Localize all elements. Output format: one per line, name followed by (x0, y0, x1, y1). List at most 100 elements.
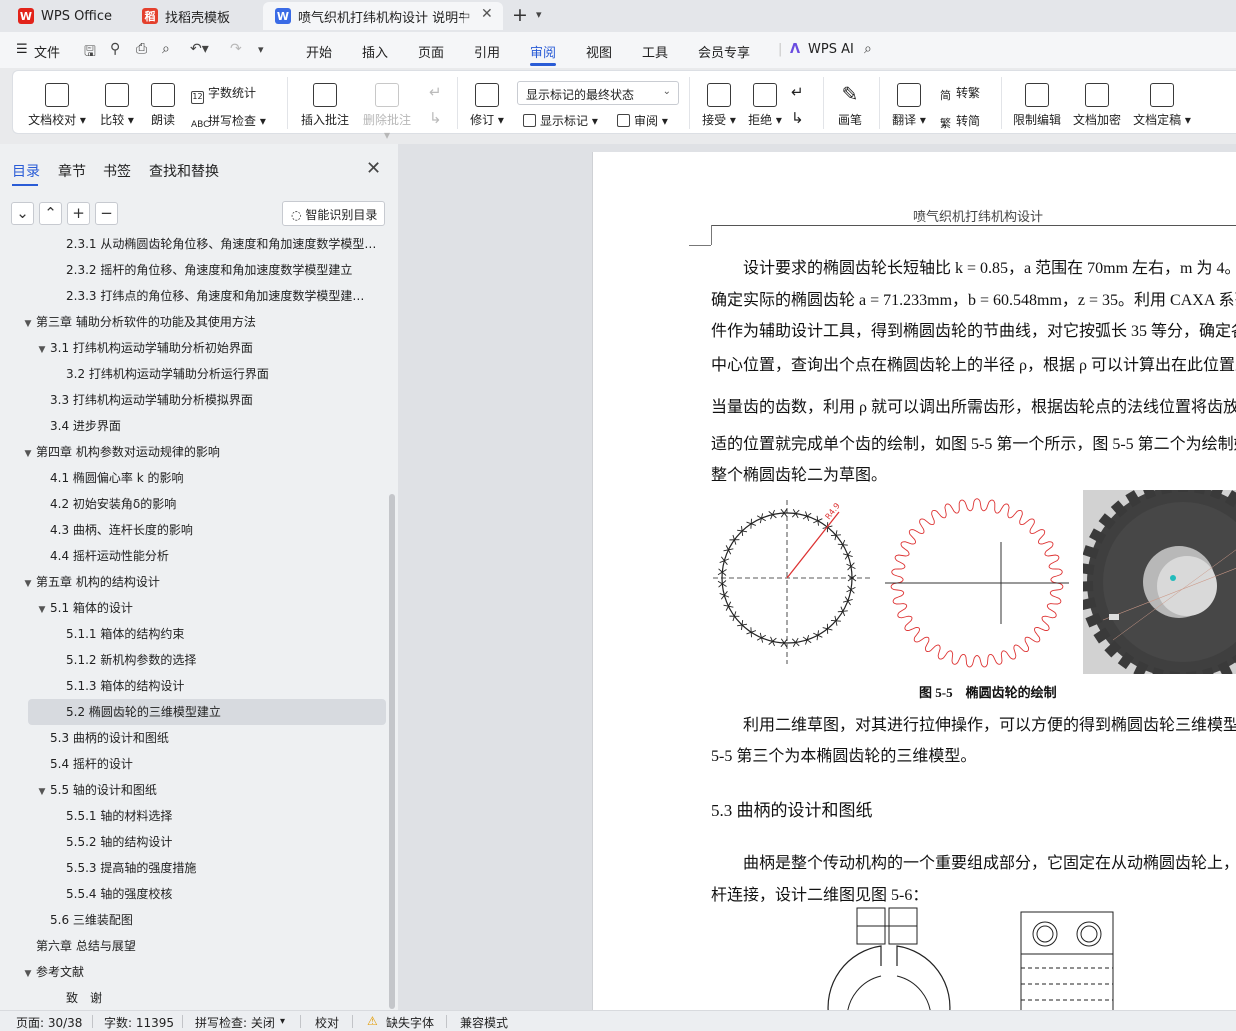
toc-item[interactable]: ▼ 参考文献 (20, 959, 384, 985)
search-icon[interactable]: ⌕ (864, 41, 872, 57)
compat-mode-status[interactable]: 兼容模式 (460, 1014, 508, 1031)
caret-down-icon[interactable]: ▼ (20, 961, 36, 985)
toc-item[interactable]: 2.3.1 从动椭圆齿轮角位移、角速度和角加速度数学模型… (20, 236, 384, 257)
print-icon[interactable]: ⎙ (136, 41, 147, 57)
panel-tab-find-replace[interactable]: 查找和替换 (149, 161, 219, 181)
share-icon[interactable]: ⚲ (110, 41, 120, 57)
panel-tab-bookmark[interactable]: 书签 (103, 161, 131, 181)
toc-item[interactable]: 2.3.3 打纬点的角位移、角速度和角加速度数学模型建… (20, 283, 384, 309)
hamburger-icon[interactable]: ☰ (16, 42, 28, 57)
pen-button[interactable]: ✎ 画笔 (833, 83, 867, 128)
caret-down-icon[interactable]: ▼ (20, 311, 36, 335)
print-preview-icon[interactable]: ⌕ (162, 41, 170, 57)
next-change-icon[interactable]: ↳ (791, 109, 804, 127)
body-line[interactable]: 设计要求的椭圆齿轮长短轴比 k = 0.85，a 范围在 70mm 左右，m 为… (711, 254, 1236, 278)
page-indicator[interactable]: 页面: 30/38 (16, 1014, 82, 1031)
delete-comment-button[interactable]: 删除批注 ▾ (359, 83, 415, 142)
toc-item[interactable]: 5.1.1 箱体的结构约束 (20, 621, 384, 647)
caret-down-icon[interactable]: ▼ (20, 441, 36, 465)
new-tab-icon[interactable]: + (512, 4, 528, 26)
toc-item[interactable]: 致 谢 (20, 985, 384, 1010)
section-heading[interactable]: 5.3 曲柄的设计和图纸 (711, 796, 873, 821)
tab-find-template[interactable]: 稻 找稻壳模板 (130, 2, 256, 30)
menu-wps-ai[interactable]: WPS AI (808, 42, 854, 57)
toc-item[interactable]: 5.4 摇杆的设计 (20, 751, 384, 777)
menu-review[interactable]: 审阅 (530, 42, 556, 61)
body-line[interactable]: 5-5 第三个为本椭圆齿轮的三维模型。 (711, 742, 976, 766)
expand-up-button[interactable]: ⌃ (39, 202, 62, 225)
toc-item[interactable]: 3.4 进步界面 (20, 413, 384, 439)
word-count-status[interactable]: 字数: 11395 (104, 1014, 174, 1031)
toc-item[interactable]: ▼ 第四章 机构参数对运动规律的影响 (20, 439, 384, 465)
chevron-down-icon[interactable]: ▾ (536, 8, 542, 21)
compare-button[interactable]: 比较 ▾ (97, 83, 137, 128)
toc-item[interactable]: 4.2 初始安装角δ的影响 (20, 491, 384, 517)
toc-item[interactable]: 4.3 曲柄、连杆长度的影响 (20, 517, 384, 543)
caret-down-icon[interactable]: ▼ (20, 571, 36, 595)
markup-mode-select[interactable]: 显示标记的最终状态 ⌄ (517, 81, 679, 105)
panel-tab-toc[interactable]: 目录 (12, 161, 40, 181)
remove-heading-button[interactable]: − (95, 202, 118, 225)
caret-down-icon[interactable]: ▼ (34, 597, 50, 621)
next-comment-icon[interactable]: ↳ (429, 109, 442, 127)
menu-home[interactable]: 开始 (306, 42, 332, 61)
toc-item[interactable]: ▼ 5.1 箱体的设计 (20, 595, 384, 621)
close-tab-icon[interactable]: ✕ (481, 6, 493, 22)
accept-button[interactable]: 接受 ▾ (699, 83, 739, 128)
revise-button[interactable]: 修订 ▾ (467, 83, 507, 128)
review-pane-button[interactable]: 审阅 ▾ (617, 112, 668, 129)
toc-item[interactable]: 5.1.3 箱体的结构设计 (20, 673, 384, 699)
prev-change-icon[interactable]: ↵ (791, 83, 804, 101)
toc-item[interactable]: ▼ 3.1 打纬机构运动学辅助分析初始界面 (20, 335, 384, 361)
toc-scrollbar[interactable] (389, 494, 395, 1009)
body-line[interactable]: 中心位置，查询出个点在椭圆齿轮上的半径 ρ，根据 ρ 可以计算出在此位置上 (711, 351, 1236, 375)
toc-item[interactable]: 5.2 椭圆齿轮的三维模型建立 (28, 699, 386, 725)
undo-icon[interactable]: ↶▾ (190, 41, 209, 57)
body-line[interactable]: 件作为辅助设计工具，得到椭圆齿轮的节曲线，对它按弧长 35 等分，确定各 (711, 317, 1236, 341)
body-line[interactable]: 杆连接，设计二维图见图 5-6： (711, 881, 928, 905)
encrypt-button[interactable]: 文档加密 (1071, 83, 1123, 128)
menu-references[interactable]: 引用 (474, 42, 500, 61)
toc-item[interactable]: 5.6 三维装配图 (20, 907, 384, 933)
reject-button[interactable]: 拒绝 ▾ (745, 83, 785, 128)
toc-item[interactable]: 5.5.4 轴的强度校核 (20, 881, 384, 907)
spell-check-button[interactable]: ABC拼写检查 ▾ (191, 112, 266, 133)
proofread-status[interactable]: 校对 (315, 1014, 339, 1031)
show-markup-button[interactable]: 显示标记 ▾ (523, 112, 598, 129)
toc-item[interactable]: ▼ 第五章 机构的结构设计 (20, 569, 384, 595)
menu-insert[interactable]: 插入 (362, 42, 388, 61)
close-icon[interactable]: ✕ (366, 158, 381, 179)
to-traditional-button[interactable]: 简转繁 (939, 84, 980, 104)
insert-comment-button[interactable]: 插入批注 (297, 83, 353, 128)
collapse-all-button[interactable]: ⌄ (11, 202, 34, 225)
caret-down-icon[interactable]: ▼ (34, 779, 50, 803)
menu-view[interactable]: 视图 (586, 42, 612, 61)
toc-item[interactable]: 3.3 打纬机构运动学辅助分析模拟界面 (20, 387, 384, 413)
prev-comment-icon[interactable]: ↵ (429, 83, 442, 101)
save-icon[interactable]: 🖫 (84, 41, 96, 65)
body-line[interactable]: 利用二维草图，对其进行拉伸操作，可以方便的得到椭圆齿轮三维模型， (711, 711, 1236, 735)
read-aloud-button[interactable]: 朗读 (147, 83, 179, 128)
toc-item[interactable]: 4.4 摇杆运动性能分析 (20, 543, 384, 569)
body-line[interactable]: 曲柄是整个传动机构的一个重要组成部分，它固定在从动椭圆齿轮上，和 (711, 849, 1236, 873)
more-icon[interactable]: ▾ (258, 43, 264, 56)
restrict-edit-button[interactable]: 限制编辑 (1011, 83, 1063, 128)
body-line[interactable]: 整个椭圆齿轮二为草图。 (711, 461, 887, 485)
menu-tools[interactable]: 工具 (642, 42, 668, 61)
missing-font-status[interactable]: 缺失字体 (386, 1014, 434, 1031)
add-heading-button[interactable]: + (67, 202, 90, 225)
figure-caption[interactable]: 图 5-5 椭圆齿轮的绘制 (919, 682, 1057, 701)
translate-button[interactable]: 翻译 ▾ (889, 83, 929, 128)
body-line[interactable]: 适的位置就完成单个齿的绘制，如图 5-5 第一个所示，图 5-5 第二个为绘制好 (711, 430, 1236, 454)
panel-tab-chapter[interactable]: 章节 (58, 161, 86, 181)
toc-item[interactable]: 3.2 打纬机构运动学辅助分析运行界面 (20, 361, 384, 387)
toc-item[interactable]: 2.3.2 摇杆的角位移、角速度和角加速度数学模型建立 (20, 257, 384, 283)
monitor-icon[interactable]: ▭ (459, 8, 470, 22)
toc-item[interactable]: ▼ 第三章 辅助分析软件的功能及其使用方法 (20, 309, 384, 335)
body-line[interactable]: 当量齿的齿数，利用 ρ 就可以调出所需齿形，根据齿轮点的法线位置将齿放到 (711, 393, 1236, 417)
word-count-button[interactable]: 12 字数统计 (191, 84, 256, 104)
toc-item[interactable]: 5.5.2 轴的结构设计 (20, 829, 384, 855)
toc-item[interactable]: 5.3 曲柄的设计和图纸 (20, 725, 384, 751)
menu-member[interactable]: 会员专享 (698, 42, 750, 61)
tab-wps-office[interactable]: W WPS Office (6, 2, 122, 30)
